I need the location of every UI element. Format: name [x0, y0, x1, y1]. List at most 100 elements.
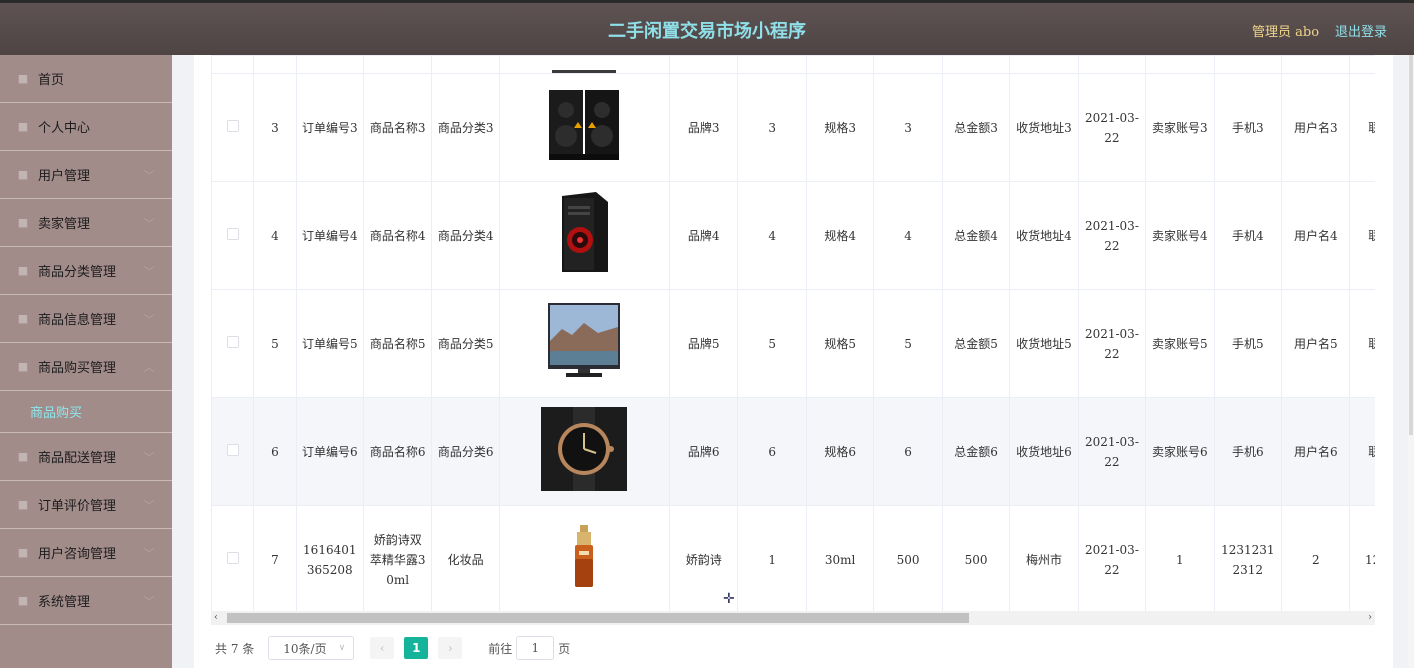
cell-date: 2021-03-22 [1077, 505, 1147, 611]
cell-cat: 商品分类6 [431, 397, 500, 506]
sidebar-item-label: 商品分类管理 [38, 265, 117, 280]
scrollbar-thumb[interactable] [227, 613, 969, 623]
chevron-down-icon: ∨ [338, 643, 346, 653]
cell-phone: 手机3 [1213, 73, 1283, 182]
cell-phone: 手机6 [1213, 397, 1283, 506]
cell-order: 订单编号4 [295, 181, 365, 290]
cell-brand: 品牌6 [669, 397, 739, 506]
cell-addr: 收货地址4 [1009, 181, 1079, 290]
cell-user: 用户名6 [1281, 397, 1351, 506]
page-scrollbar[interactable] [1408, 55, 1414, 668]
page-number-current[interactable]: 1 [404, 637, 429, 659]
category-icon: ■ [17, 264, 29, 277]
sidebar-item-9[interactable]: ■ 用户咨询管理 ﹀ [0, 529, 172, 577]
sidebar-item-label: 系统管理 [38, 595, 91, 610]
sidebar-item-6[interactable]: ■ 商品购买管理 ︿ [0, 343, 172, 391]
sidebar-item-label: 商品配送管理 [38, 451, 117, 466]
chevron-icon: ︿ [144, 363, 154, 374]
horizontal-scrollbar[interactable]: ‹ › [211, 611, 1375, 625]
cell-name: 商品名称4 [362, 181, 433, 290]
chevron-icon: ﹀ [144, 171, 154, 182]
sidebar-item-1[interactable]: ■ 个人中心 [0, 103, 172, 151]
sidebar-item-0[interactable]: ■ 首页 [0, 55, 172, 103]
cell-user: 用户名5 [1281, 289, 1351, 398]
sidebar-subitem-purchase[interactable]: 商品购买 [0, 391, 172, 433]
row-checkbox[interactable] [226, 227, 239, 240]
cell-seller: 卖家账号3 [1145, 73, 1215, 182]
row-checkbox[interactable] [226, 443, 239, 456]
cell-total: 总金额3 [941, 73, 1011, 182]
row-checkbox[interactable] [226, 551, 239, 564]
cell-date: 2021-03-22 [1077, 289, 1147, 398]
cell-contact: 联系 [1349, 181, 1375, 290]
cell-spec: 规格4 [805, 181, 875, 290]
page-unit-label: 页 [558, 641, 571, 656]
row-select-cell[interactable] [211, 289, 255, 398]
cell-user: 用户名4 [1281, 181, 1351, 290]
cell-cat: 商品分类5 [431, 289, 500, 398]
cell-idx: 6 [253, 397, 297, 506]
table-panel: 3 订单编号3 商品名称3 商品分类3 品牌3 3 规格3 3 总金额3 收货地址3 2021-03… [194, 55, 1393, 668]
table-row[interactable]: 4 订单编号4 商品名称4 商品分类4 品牌4 4 规格4 4 总金额4 收货地址4 2021-03… [211, 181, 1375, 290]
cell-contact: 联系 [1349, 397, 1375, 506]
cell-qty: 1 [737, 505, 807, 611]
prev-page-button[interactable]: ‹ [370, 637, 395, 659]
page-size-select[interactable]: 10条/页 ∨ [268, 636, 355, 660]
orders-table-viewport[interactable]: 3 订单编号3 商品名称3 商品分类3 品牌3 3 规格3 3 总金额3 收货地址3 2021-03… [211, 55, 1375, 611]
cell-addr: 收货地址5 [1009, 289, 1079, 398]
cell-idx: 4 [253, 181, 297, 290]
pagination: 共 7 条 10条/页 ∨ ‹ 1 › 前往 页 [215, 636, 570, 660]
cell-contact: 1231 [1349, 505, 1375, 611]
cell-total: 总金额6 [941, 397, 1011, 506]
sidebar-item-7[interactable]: ■ 商品配送管理 ﹀ [0, 433, 172, 481]
pc-case-image [556, 191, 612, 277]
cell-addr: 梅州市 [1009, 505, 1079, 611]
table-row[interactable]: 3 订单编号3 商品名称3 商品分类3 品牌3 3 规格3 3 总金额3 收货地址3 2021-03… [211, 73, 1375, 182]
chevron-icon: ﹀ [144, 267, 154, 278]
sidebar-item-10[interactable]: ■ 系统管理 ﹀ [0, 577, 172, 625]
row-select-cell[interactable] [211, 505, 255, 611]
serum-bottle-image [572, 524, 596, 592]
product-image-cell [498, 397, 671, 506]
page-scrollbar-thumb[interactable] [1409, 55, 1413, 435]
row-checkbox[interactable] [226, 335, 239, 348]
seller-icon: ■ [17, 216, 29, 229]
row-select-cell[interactable] [211, 181, 255, 290]
cell-qty: 3 [737, 73, 807, 182]
sidebar-item-3[interactable]: ■ 卖家管理 ﹀ [0, 199, 172, 247]
cell-order: 订单编号6 [295, 397, 365, 506]
cell-idx: 5 [253, 289, 297, 398]
cell-name: 娇韵诗双萃精华露30ml [362, 505, 433, 611]
sidebar-item-label: 用户管理 [38, 169, 91, 184]
table-row[interactable]: 5 订单编号5 商品名称5 商品分类5 品牌5 5 规格5 5 总金额5 收货地址5 2021-03… [211, 289, 1375, 398]
product-image-cell [498, 505, 671, 611]
current-user: 管理员 abo [1252, 25, 1320, 40]
row-select-cell[interactable] [211, 397, 255, 506]
scroll-left-icon[interactable]: ‹ [214, 611, 218, 625]
table-row[interactable]: 7 1616401365208 娇韵诗双萃精华露30ml 化妆品 娇韵诗 1 30ml 500… [211, 505, 1375, 611]
chevron-icon: ﹀ [144, 315, 154, 326]
cell-qty: 4 [737, 181, 807, 290]
sidebar-item-4[interactable]: ■ 商品分类管理 ﹀ [0, 247, 172, 295]
table-row[interactable]: 6 订单编号6 商品名称6 商品分类6 品牌6 6 规格6 6 总金额6 收货地址6 2021-03… [211, 397, 1375, 506]
logout-link[interactable]: 退出登录 [1335, 21, 1387, 40]
row-checkbox[interactable] [226, 119, 239, 132]
sidebar-item-2[interactable]: ■ 用户管理 ﹀ [0, 151, 172, 199]
sidebar-item-label: 订单评价管理 [38, 499, 117, 514]
cell-total: 总金额5 [941, 289, 1011, 398]
next-page-button[interactable]: › [438, 637, 463, 659]
cell-total: 500 [941, 505, 1011, 611]
cell-name: 商品名称6 [362, 397, 433, 506]
goto-page-input[interactable] [516, 636, 555, 660]
cell-total: 总金额4 [941, 181, 1011, 290]
cell-idx: 7 [253, 505, 297, 611]
sidebar-item-5[interactable]: ■ 商品信息管理 ﹀ [0, 295, 172, 343]
cell-seller: 卖家账号6 [1145, 397, 1215, 506]
product-image-cell [498, 181, 671, 290]
cell-seller: 卖家账号5 [1145, 289, 1215, 398]
sidebar-item-8[interactable]: ■ 订单评价管理 ﹀ [0, 481, 172, 529]
cell-qty: 6 [737, 397, 807, 506]
cell-date: 2021-03-22 [1077, 181, 1147, 290]
row-select-cell[interactable] [211, 73, 255, 182]
scroll-right-icon[interactable]: › [1368, 611, 1372, 625]
